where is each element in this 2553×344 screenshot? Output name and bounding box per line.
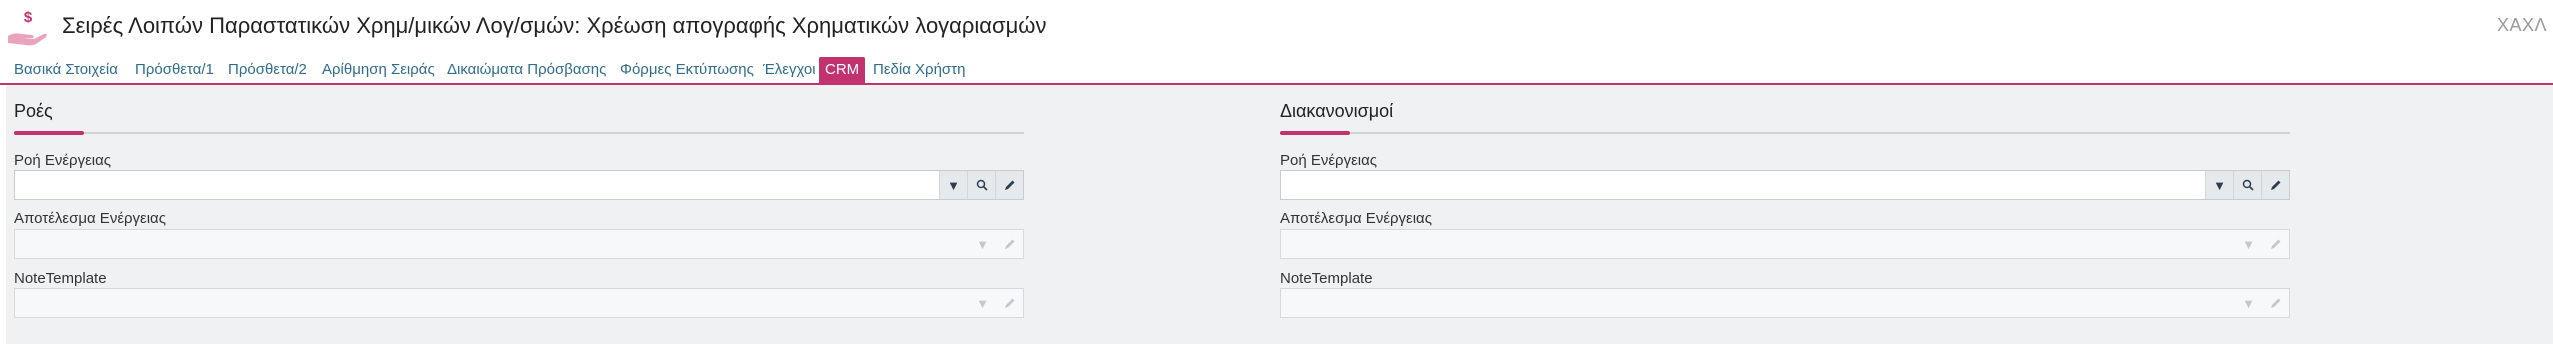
field-label: Ροή Ενέργειας: [14, 152, 112, 169]
dropdown-arrow-icon[interactable]: ▼: [2205, 171, 2233, 199]
series-code: ΧΑΧΛ: [2496, 15, 2547, 35]
action-flow-input[interactable]: ▼: [14, 170, 1024, 200]
edit-pencil-icon: [996, 230, 1023, 258]
edit-pencil-icon: [2262, 289, 2289, 317]
search-icon[interactable]: [967, 171, 995, 199]
action-result-input[interactable]: ▼: [1280, 229, 2290, 259]
money-hand-icon: $: [8, 9, 47, 46]
panel-divider: [1280, 132, 2290, 134]
tab-series-numbering[interactable]: Αρίθμηση Σειράς: [322, 59, 435, 81]
tab-bar: Βασικά Στοιχεία Πρόσθετα/1 Πρόσθετα/2 Αρ…: [0, 56, 2553, 85]
panel-divider-accent: [1280, 131, 1350, 135]
note-template-input[interactable]: ▼: [1280, 288, 2290, 318]
panel-divider: [14, 132, 1024, 134]
dropdown-arrow-icon: ▼: [976, 236, 989, 252]
tab-crm[interactable]: CRM: [819, 57, 866, 83]
tab-checks[interactable]: Έλεγχοι: [763, 59, 816, 81]
field-label: Ροή Ενέργειας: [1280, 152, 1378, 169]
action-flow-input[interactable]: ▼: [1280, 170, 2290, 200]
tab-basic-info[interactable]: Βασικά Στοιχεία: [14, 59, 118, 81]
tab-access-rights[interactable]: Δικαιώματα Πρόσβασης: [447, 59, 606, 81]
edit-pencil-icon: [2262, 230, 2289, 258]
field-label: NoteTemplate: [1280, 270, 1373, 287]
field-label: Αποτέλεσμα Ενέργειας: [14, 210, 166, 227]
search-icon[interactable]: [2233, 171, 2261, 199]
edit-pencil-icon[interactable]: [2261, 171, 2289, 199]
dropdown-arrow-icon[interactable]: ▼: [939, 171, 967, 199]
panel-title: Διακανονισμοί: [1280, 101, 1394, 121]
panel-title: Ροές: [14, 101, 53, 121]
tab-additional-1[interactable]: Πρόσθετα/1: [135, 59, 214, 81]
tab-user-fields[interactable]: Πεδία Χρήστη: [873, 59, 965, 81]
content-area: Ροές Ροή Ενέργειας ▼ Αποτέλεσμα Ενέργεια…: [6, 85, 2553, 344]
panel-divider-accent: [14, 131, 84, 135]
note-template-input[interactable]: ▼: [14, 288, 1024, 318]
field-label: NoteTemplate: [14, 270, 107, 287]
tab-additional-2[interactable]: Πρόσθετα/2: [228, 59, 307, 81]
dropdown-arrow-icon: ▼: [976, 295, 989, 311]
edit-pencil-icon: [996, 289, 1023, 317]
tab-print-forms[interactable]: Φόρμες Εκτύπωσης: [620, 59, 754, 81]
action-result-input[interactable]: ▼: [14, 229, 1024, 259]
edit-pencil-icon[interactable]: [995, 171, 1023, 199]
svg-text:$: $: [24, 9, 33, 26]
page-title: Σειρές Λοιπών Παραστατικών Χρημ/μικών Λο…: [62, 13, 1047, 38]
dropdown-arrow-icon: ▼: [2242, 295, 2255, 311]
dropdown-arrow-icon: ▼: [2242, 236, 2255, 252]
field-label: Αποτέλεσμα Ενέργειας: [1280, 210, 1432, 227]
page-header: $ Σειρές Λοιπών Παραστατικών Χρημ/μικών …: [0, 0, 2553, 52]
